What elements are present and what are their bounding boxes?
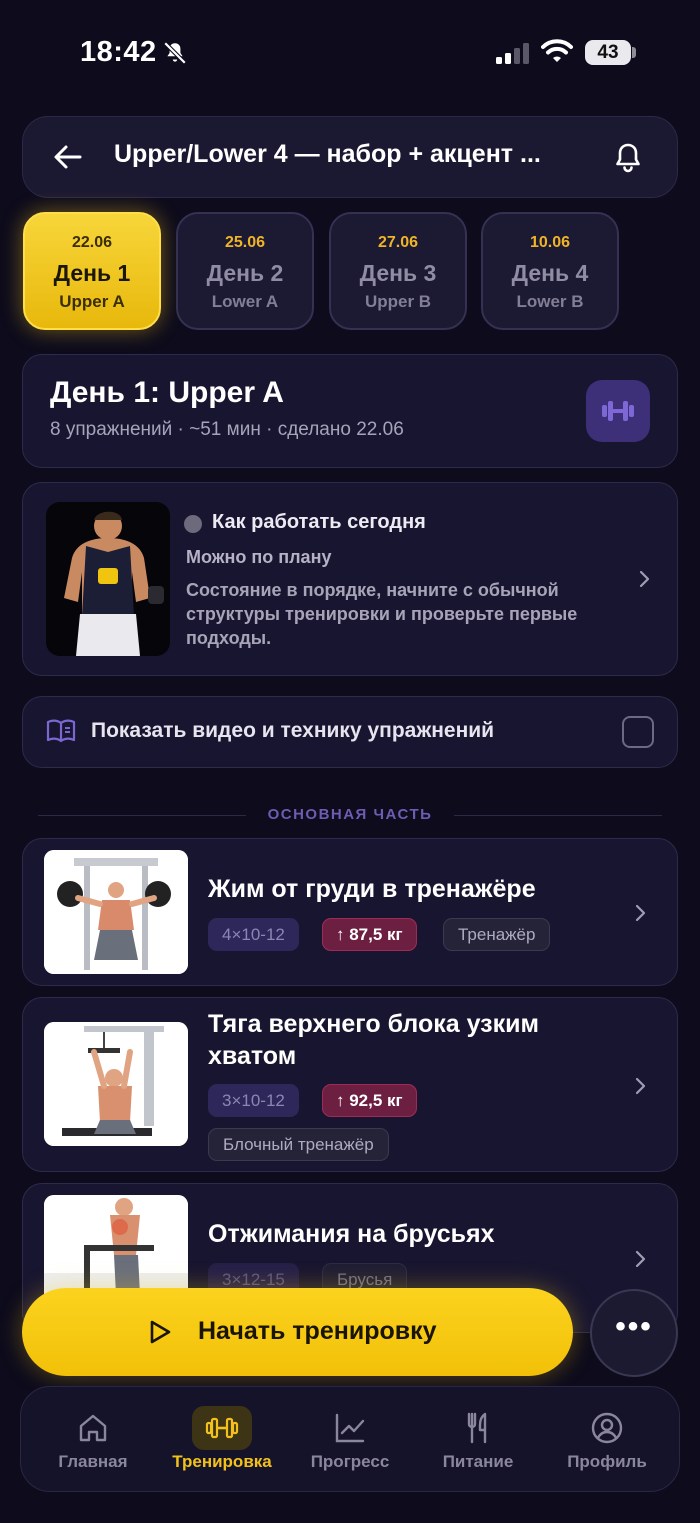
nav-label: Питание (442, 1452, 514, 1471)
exercise-title: Жим от груди в тренажёре (208, 875, 536, 903)
advice-subheading: Можно по плану (186, 547, 332, 567)
day-tab-3[interactable]: 27.06 День 3 Upper B (329, 212, 467, 330)
nav-label: Прогресс (310, 1452, 390, 1471)
exercise-image (44, 1022, 188, 1146)
exercise-image (44, 850, 188, 974)
exercise-title: Отжимания на брусьях (208, 1220, 495, 1248)
day-name: День 2 (206, 260, 284, 286)
video-toggle-label: Показать видео и технику упражнений (91, 719, 495, 742)
nav-nutrition[interactable]: Питание (413, 1400, 543, 1480)
advice-heading: Как работать сегодня (212, 511, 426, 533)
workout-type-button[interactable] (586, 380, 650, 442)
day-subtitle: Lower A (211, 292, 279, 311)
more-dots-icon: ••• (615, 1310, 653, 1343)
exercise-title: Тяга верхнего блока узким хватом (208, 1010, 539, 1070)
play-icon (150, 1320, 171, 1344)
nav-label: Главная (58, 1452, 128, 1471)
chevron-right-icon (639, 570, 650, 588)
sets-chip: 4×10-12 (208, 918, 299, 951)
day-date: 22.06 (71, 234, 113, 251)
book-icon (46, 719, 76, 743)
day-subtitle: Upper B (364, 292, 432, 311)
day-title: День 1: Upper A (50, 376, 284, 409)
chevron-right-icon (635, 904, 646, 922)
fork-knife-icon (467, 1412, 487, 1444)
section-heading: ОСНОВНАЯ ЧАСТЬ (267, 806, 433, 823)
battery-tip (632, 47, 636, 58)
day-subtitle: Upper A (59, 292, 125, 311)
weight-chip: ↑ 87,5 кг (322, 918, 417, 951)
bell-off-icon (163, 41, 187, 65)
nav-label: Тренировка (172, 1452, 272, 1471)
equipment-chip: Блочный тренажёр (208, 1128, 389, 1161)
home-icon (79, 1414, 107, 1442)
wifi-icon (541, 39, 573, 62)
advice-text: Состояние в порядке, начните с обычной с… (186, 580, 578, 648)
video-toggle-checkbox[interactable] (622, 716, 654, 748)
chart-icon (335, 1413, 365, 1443)
battery-indicator: 43 (585, 40, 631, 65)
start-workout-label: Начать тренировку (198, 1317, 437, 1345)
dumbbell-icon (205, 1417, 239, 1439)
day-tab-4[interactable]: 10.06 День 4 Lower B (481, 212, 619, 330)
sets-chip: 3×10-12 (208, 1084, 299, 1117)
day-tab-2[interactable]: 25.06 День 2 Lower A (176, 212, 314, 330)
chevron-right-icon (635, 1077, 646, 1095)
back-arrow-icon[interactable] (50, 139, 86, 175)
day-meta: 8 упражнений · ~51 мин · сделано 22.06 (50, 419, 404, 440)
trainer-avatar (46, 502, 170, 656)
day-info-card (22, 354, 678, 468)
status-dot (184, 515, 202, 533)
weight-chip: ↑ 92,5 кг (322, 1084, 417, 1117)
workout-plan-title: Upper/Lower 4 — набор + акцент ... (114, 140, 541, 168)
equipment-chip: Тренажёр (443, 918, 551, 951)
nav-workout[interactable]: Тренировка (157, 1400, 287, 1480)
day-date: 27.06 (377, 234, 419, 251)
status-time: 18:42 (80, 36, 157, 68)
bell-icon[interactable] (610, 139, 646, 175)
day-tab-1[interactable]: 22.06 День 1 Upper A (23, 212, 161, 330)
nav-profile[interactable]: Профиль (542, 1400, 672, 1480)
day-date: 10.06 (529, 234, 571, 251)
nav-label: Профиль (567, 1452, 647, 1471)
nav-home[interactable]: Главная (28, 1400, 158, 1480)
nav-progress[interactable]: Прогресс (285, 1400, 415, 1480)
day-name: День 3 (359, 260, 437, 286)
chevron-right-icon (635, 1250, 646, 1268)
cellular-signal-icon (496, 43, 529, 64)
day-date: 25.06 (224, 234, 266, 251)
user-circle-icon (591, 1412, 623, 1444)
day-name: День 4 (511, 260, 589, 286)
day-name: День 1 (53, 260, 131, 286)
dumbbell-icon (602, 401, 634, 421)
day-subtitle: Lower B (516, 292, 584, 311)
